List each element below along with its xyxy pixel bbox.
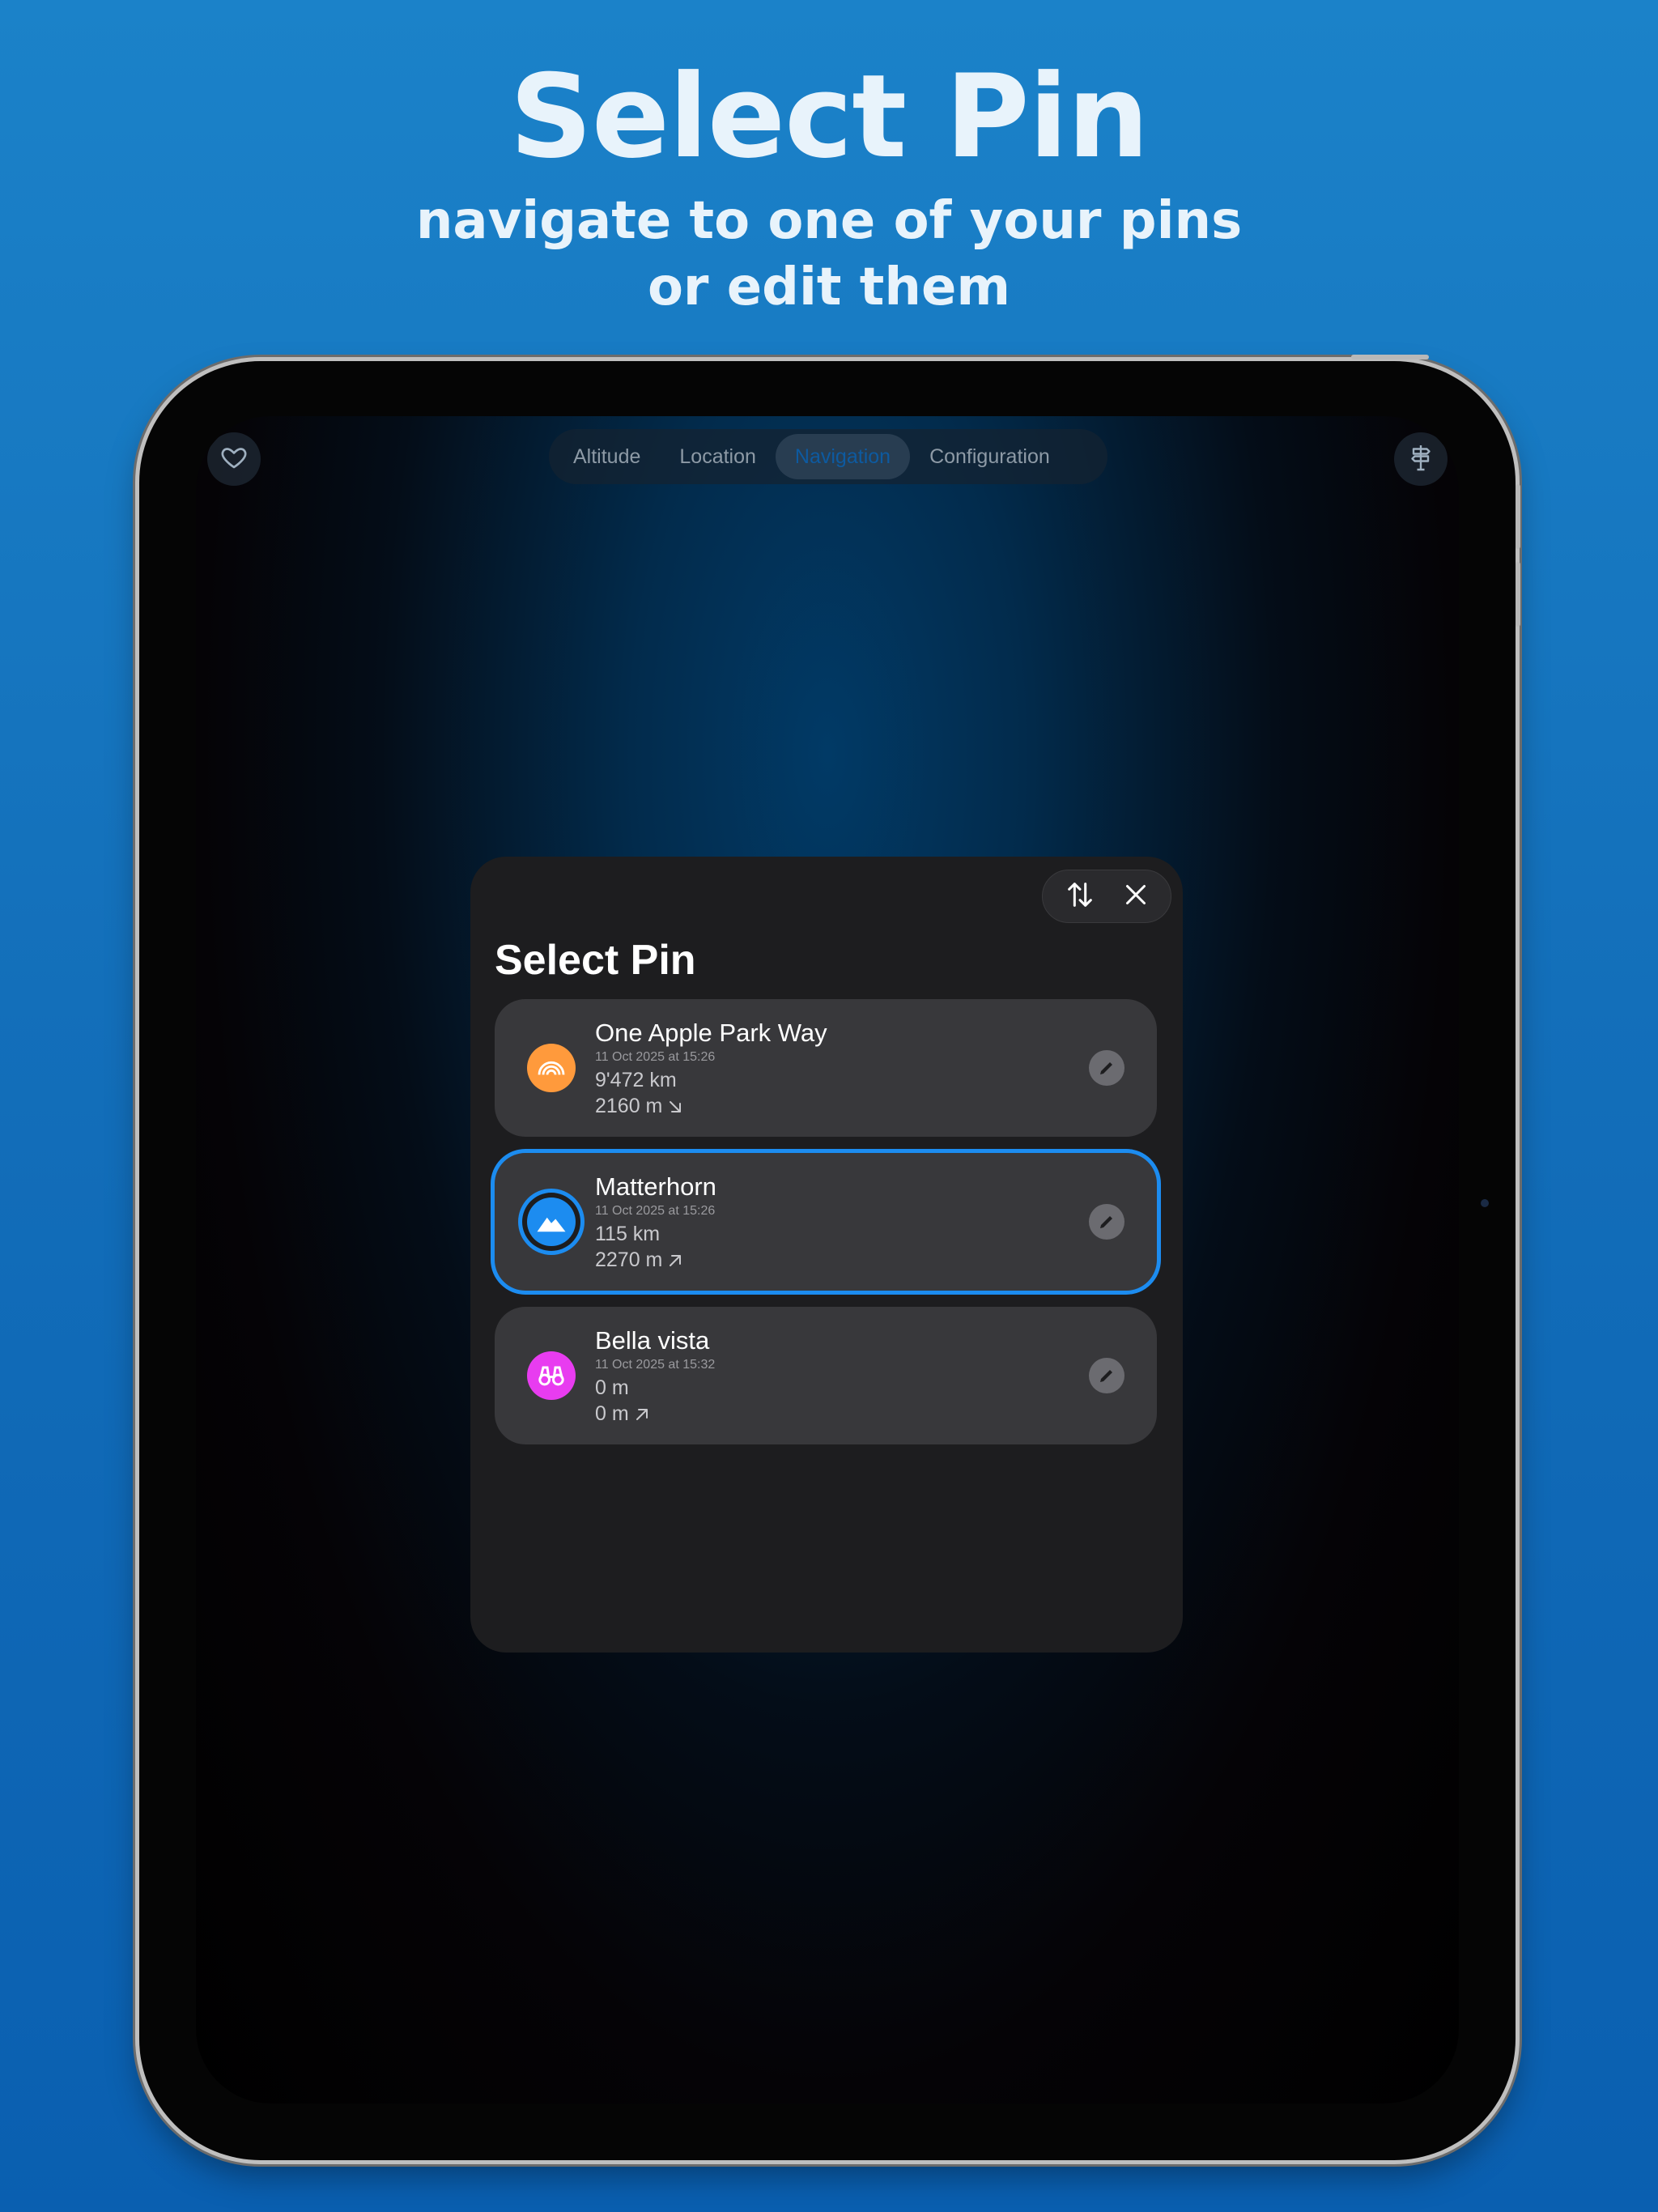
pin-altitude-value: 0 m <box>595 1402 629 1425</box>
top-button <box>1351 355 1429 359</box>
ipad-device-frame: Altitude Location Navigation Configurati… <box>139 355 1520 2160</box>
rainbow-icon <box>538 1061 565 1075</box>
edit-pin-button[interactable] <box>1089 1050 1124 1086</box>
pins-button[interactable] <box>1394 432 1448 486</box>
edit-pin-button[interactable] <box>1089 1358 1124 1393</box>
pencil-icon <box>1100 1062 1112 1074</box>
pin-distance: 0 m <box>595 1376 629 1399</box>
pin-altitude-value: 2270 m <box>595 1249 663 1271</box>
heart-icon <box>219 443 249 476</box>
headline-subtitle-line1: navigate to one of your pins <box>415 191 1243 251</box>
pin-altitude: 0 m <box>595 1402 652 1426</box>
pencil-icon <box>1100 1370 1112 1382</box>
sheet-title: Select Pin <box>495 937 696 984</box>
pin-date: 11 Oct 2025 at 15:26 <box>595 1204 716 1218</box>
signpost-icon <box>1406 443 1435 476</box>
sort-arrows-icon <box>1067 882 1092 907</box>
pin-name: Bella vista <box>595 1326 710 1355</box>
pin-date: 11 Oct 2025 at 15:26 <box>595 1050 716 1064</box>
headline-title: Select Pin <box>509 50 1150 184</box>
close-button[interactable] <box>1121 880 1150 913</box>
pin-distance: 115 km <box>595 1223 661 1245</box>
close-icon <box>1125 884 1146 904</box>
tab-navigation[interactable]: Navigation <box>775 434 911 479</box>
pin-distance: 9'472 km <box>595 1069 677 1091</box>
sheet-controls <box>1042 870 1171 923</box>
pencil-icon <box>1100 1216 1112 1228</box>
headline-subtitle: navigate to one of your pins or edit the… <box>0 188 1658 321</box>
arrow-up-right-icon <box>636 1408 648 1420</box>
marketing-headline: Select Pin navigate to one of your pins … <box>0 57 1658 321</box>
app-screen: Altitude Location Navigation Configurati… <box>196 416 1459 2104</box>
tab-altitude[interactable]: Altitude <box>554 434 660 479</box>
mountain-icon <box>537 1217 566 1232</box>
arrow-up-right-icon <box>670 1254 682 1266</box>
pin-altitude: 2270 m <box>595 1249 685 1272</box>
arrow-down-right-icon <box>670 1100 682 1112</box>
front-camera <box>1481 1199 1489 1207</box>
pin-altitude: 2160 m <box>595 1095 685 1118</box>
headline-subtitle-line2: or edit them <box>647 257 1011 317</box>
pin-name: Matterhorn <box>595 1172 716 1201</box>
pin-altitude-value: 2160 m <box>595 1095 663 1117</box>
sort-button[interactable] <box>1064 878 1096 915</box>
pin-item-bella-vista[interactable]: Bella vista 11 Oct 2025 at 15:32 0 m 0 m <box>495 1307 1157 1444</box>
pin-icon-badge <box>527 1351 576 1400</box>
tab-location[interactable]: Location <box>660 434 776 479</box>
select-pin-sheet: Select Pin One Apple Park Way 11 Oct 202… <box>470 857 1183 1653</box>
volume-down-button <box>1516 562 1520 627</box>
main-tab-bar: Altitude Location Navigation Configurati… <box>549 429 1107 484</box>
pin-name: One Apple Park Way <box>595 1019 827 1047</box>
pin-item-one-apple-park-way[interactable]: One Apple Park Way 11 Oct 2025 at 15:26 … <box>495 999 1157 1137</box>
pin-icon-badge <box>527 1197 576 1246</box>
pin-icon-badge <box>527 1044 576 1092</box>
binoculars-icon <box>538 1366 564 1386</box>
tab-configuration[interactable]: Configuration <box>910 434 1069 479</box>
pin-item-matterhorn[interactable]: Matterhorn 11 Oct 2025 at 15:26 115 km 2… <box>495 1153 1157 1291</box>
favorites-button[interactable] <box>207 432 261 486</box>
volume-up-button <box>1516 484 1520 549</box>
edit-pin-button[interactable] <box>1089 1204 1124 1240</box>
pin-date: 11 Oct 2025 at 15:32 <box>595 1358 716 1372</box>
